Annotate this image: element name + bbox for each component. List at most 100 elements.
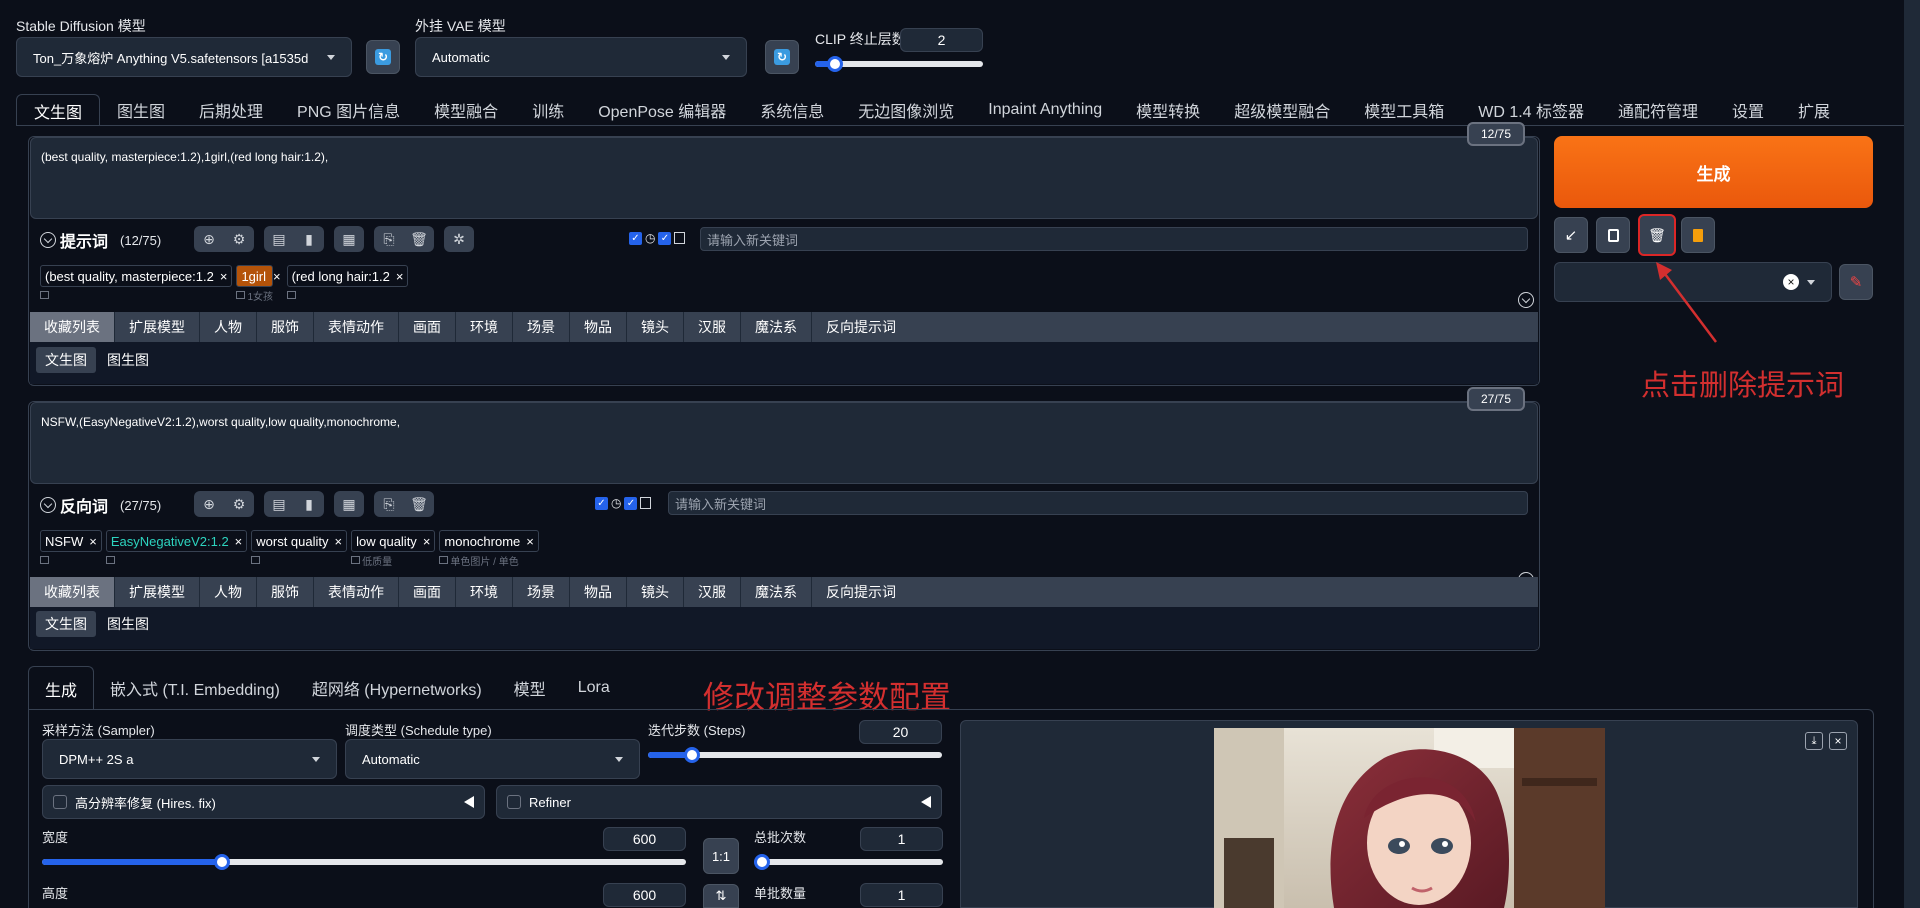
steps-input[interactable]: 20 xyxy=(859,720,942,744)
generated-image[interactable] xyxy=(1214,728,1605,908)
read-params-button[interactable]: ↙ xyxy=(1554,217,1588,253)
close-icon[interactable]: × xyxy=(235,534,243,549)
tab-image-browser[interactable]: 无边图像浏览 xyxy=(841,94,971,126)
scrollbar[interactable] xyxy=(1904,0,1920,908)
category-item[interactable]: 物品 xyxy=(570,312,627,342)
paste-button[interactable] xyxy=(1596,217,1630,253)
tab-settings[interactable]: 设置 xyxy=(1715,94,1781,126)
hires-fix-checkbox[interactable] xyxy=(53,795,67,809)
aspect-ratio-button[interactable]: 1:1 xyxy=(703,838,739,874)
generate-button[interactable]: 生成 xyxy=(1554,136,1873,208)
tag-item[interactable]: 1girl 1女孩 xyxy=(236,265,273,303)
tab-super-merge[interactable]: 超级模型融合 xyxy=(1217,94,1347,126)
tab-inpaint-anything[interactable]: Inpaint Anything xyxy=(971,94,1119,126)
height-input[interactable]: 600 xyxy=(603,883,686,907)
sd-model-dropdown[interactable]: Ton_万象熔炉 Anything V5.safetensors [a1535d xyxy=(16,37,352,77)
category-item[interactable]: 反向提示词 xyxy=(812,312,910,342)
sampler-dropdown[interactable]: DPM++ 2S a xyxy=(42,739,337,779)
category-item[interactable]: 镜头 xyxy=(627,312,684,342)
category-item[interactable]: 环境 xyxy=(456,312,513,342)
bookmark-icon[interactable]: ▮ xyxy=(294,491,324,517)
gear-icon[interactable]: ⚙ xyxy=(224,226,254,252)
prompt-textarea[interactable]: (best quality, masterpiece:1.2),1girl,(r… xyxy=(30,137,1538,219)
clip-skip-slider[interactable] xyxy=(815,56,983,72)
close-icon[interactable]: × xyxy=(220,269,228,284)
negative-keyword-input[interactable]: 请输入新关键词 xyxy=(668,491,1528,515)
category-item[interactable]: 服饰 xyxy=(257,312,314,342)
tab-sysinfo[interactable]: 系统信息 xyxy=(743,94,841,126)
tab-extras[interactable]: 后期处理 xyxy=(182,94,280,126)
tag-item[interactable]: EasyNegativeV2:1.2 × xyxy=(105,530,248,566)
collapse-triangle-icon[interactable] xyxy=(921,796,931,808)
openai-icon[interactable]: ✲ xyxy=(444,226,474,252)
vae-dropdown[interactable]: Automatic xyxy=(415,37,747,77)
tab-model-toolkit[interactable]: 模型工具箱 xyxy=(1347,94,1461,126)
category-item[interactable]: 服饰 xyxy=(257,577,314,607)
trash-icon[interactable]: 🗑 xyxy=(404,491,434,517)
close-icon[interactable]: × xyxy=(423,534,431,549)
hires-fix-row[interactable]: 高分辨率修复 (Hires. fix) xyxy=(42,785,485,819)
sub-tab-img2img[interactable]: 图生图 xyxy=(98,611,158,637)
translate-icon[interactable]: ▦ xyxy=(334,226,364,252)
refiner-row[interactable]: Refiner xyxy=(496,785,942,819)
tab-png-info[interactable]: PNG 图片信息 xyxy=(280,94,417,126)
close-icon[interactable]: × xyxy=(89,534,97,549)
tab-checkpoints[interactable]: 模型 xyxy=(498,666,562,710)
tab-wildcards[interactable]: 通配符管理 xyxy=(1601,94,1715,126)
history-icon[interactable]: ▤ xyxy=(264,491,294,517)
category-item[interactable]: 场景 xyxy=(513,577,570,607)
clip-skip-input[interactable]: 2 xyxy=(900,28,983,52)
category-item[interactable]: 物品 xyxy=(570,577,627,607)
category-item[interactable]: 魔法系 xyxy=(741,312,812,342)
tag-item[interactable]: low quality × 低质量 xyxy=(351,530,436,568)
vae-refresh-button[interactable]: ↻ xyxy=(765,40,799,74)
bookmark-icon[interactable]: ▮ xyxy=(294,226,324,252)
swap-dimensions-button[interactable]: ⇅ xyxy=(703,884,739,908)
tag-item[interactable]: (best quality, masterpiece:1.2 × xyxy=(40,265,233,301)
category-item[interactable]: 场景 xyxy=(513,312,570,342)
tab-img2img[interactable]: 图生图 xyxy=(100,94,182,126)
tab-model-convert[interactable]: 模型转换 xyxy=(1119,94,1217,126)
close-icon[interactable]: × xyxy=(335,534,343,549)
category-item[interactable]: 环境 xyxy=(456,577,513,607)
trash-icon[interactable]: 🗑 xyxy=(404,226,434,252)
tab-embedding[interactable]: 嵌入式 (T.I. Embedding) xyxy=(94,666,296,710)
prompt-keyword-input[interactable]: 请输入新关键词 xyxy=(700,227,1528,251)
expand-icon[interactable] xyxy=(1518,292,1534,308)
gear-icon[interactable]: ⚙ xyxy=(224,491,254,517)
close-icon[interactable]: × xyxy=(1829,732,1847,750)
prompt-section-title[interactable]: 提示词 (12/75) xyxy=(40,228,161,252)
history-icon[interactable]: ▤ xyxy=(264,226,294,252)
category-item[interactable]: 表情动作 xyxy=(314,312,399,342)
tab-hypernetworks[interactable]: 超网络 (Hypernetworks) xyxy=(296,666,498,710)
check-icon[interactable]: ✓ xyxy=(658,231,672,245)
negative-textarea[interactable]: NSFW,(EasyNegativeV2:1.2),worst quality,… xyxy=(30,402,1538,484)
category-item[interactable]: 魔法系 xyxy=(741,577,812,607)
category-item[interactable]: 人物 xyxy=(200,312,257,342)
globe-icon[interactable]: ⊕ xyxy=(194,491,224,517)
check-icon[interactable]: ✓ xyxy=(624,496,638,510)
batch-count-slider[interactable] xyxy=(754,854,943,870)
width-slider[interactable] xyxy=(42,854,686,870)
tab-txt2img[interactable]: 文生图 xyxy=(16,94,101,126)
close-icon[interactable]: × xyxy=(526,534,534,549)
copy-icon[interactable]: ⎘ xyxy=(374,226,404,252)
category-item[interactable]: 扩展模型 xyxy=(115,312,200,342)
category-item[interactable]: 汉服 xyxy=(684,577,741,607)
sub-tab-txt2img[interactable]: 文生图 xyxy=(36,611,96,637)
refiner-checkbox[interactable] xyxy=(507,795,521,809)
width-input[interactable]: 600 xyxy=(603,827,686,851)
tab-extensions[interactable]: 扩展 xyxy=(1781,94,1847,126)
edit-styles-button[interactable]: ✎ xyxy=(1839,264,1873,300)
schedule-dropdown[interactable]: Automatic xyxy=(345,739,640,779)
tab-merge[interactable]: 模型融合 xyxy=(417,94,515,126)
category-item[interactable]: 扩展模型 xyxy=(115,577,200,607)
tag-item[interactable]: (red long hair:1.2 × xyxy=(286,265,409,301)
clear-icon[interactable]: × xyxy=(1783,274,1799,290)
batch-count-input[interactable]: 1 xyxy=(860,827,943,851)
category-item[interactable]: 画面 xyxy=(399,577,456,607)
category-item[interactable]: 表情动作 xyxy=(314,577,399,607)
negative-section-title[interactable]: 反向词 (27/75) xyxy=(40,493,161,517)
copy-icon[interactable]: ⎘ xyxy=(374,491,404,517)
category-item[interactable]: 反向提示词 xyxy=(812,577,910,607)
